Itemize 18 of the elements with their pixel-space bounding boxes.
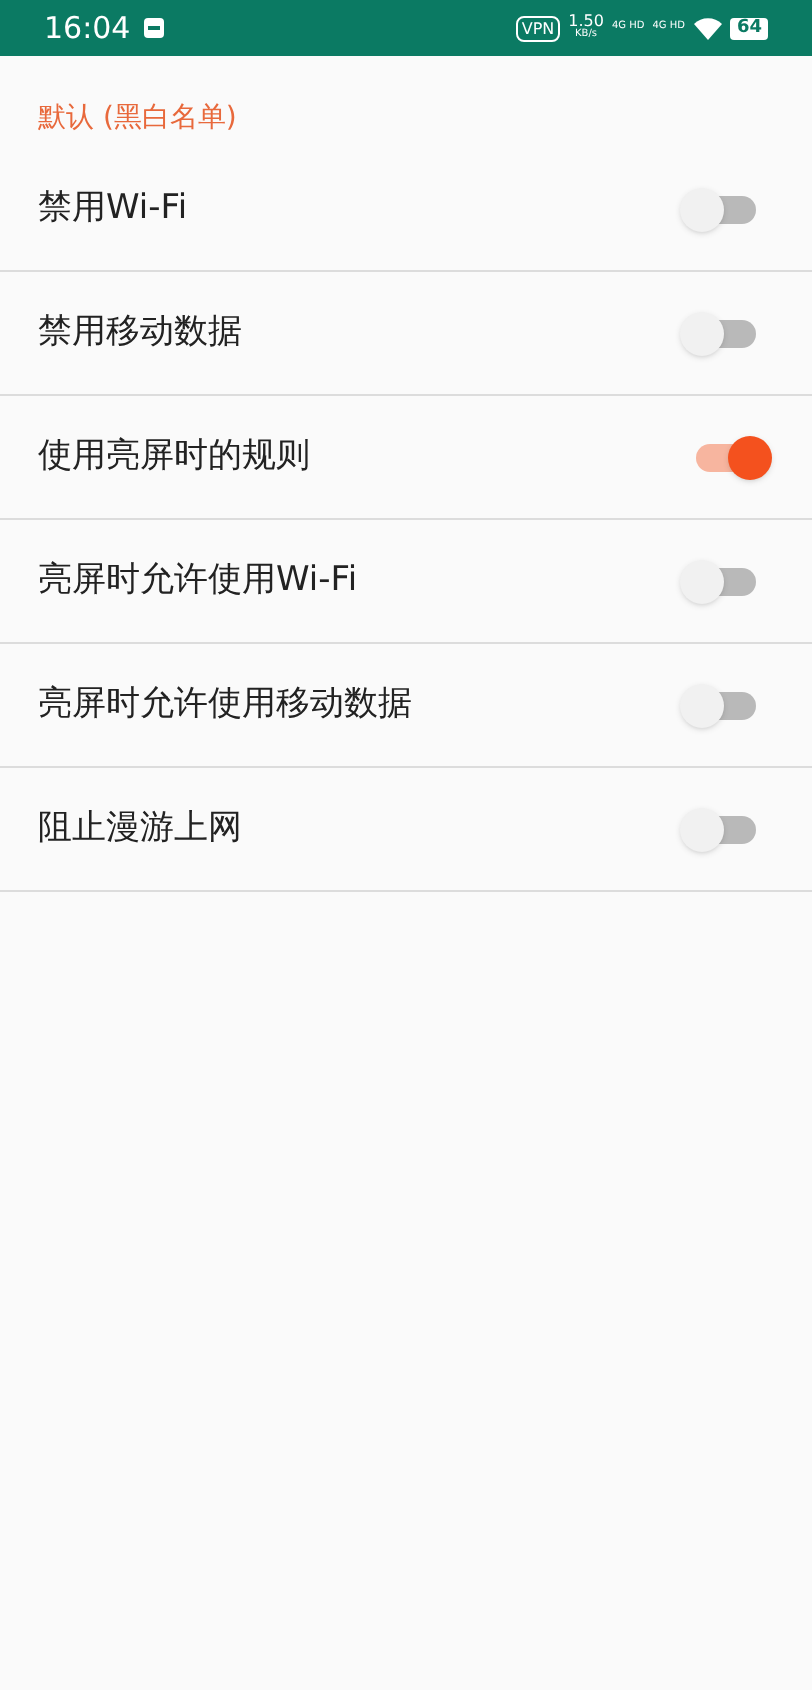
network-speed: 1.50	[568, 14, 604, 28]
setting-row[interactable]: 亮屏时允许使用移动数据	[0, 644, 812, 768]
setting-row[interactable]: 禁用移动数据	[0, 272, 812, 396]
wifi-icon	[694, 17, 723, 39]
setting-row[interactable]: 阻止漫游上网	[0, 768, 812, 892]
setting-row[interactable]: 禁用Wi-Fi	[0, 148, 812, 272]
battery-indicator: 64	[730, 17, 768, 39]
setting-label: 禁用Wi-Fi	[38, 185, 188, 232]
setting-label: 亮屏时允许使用Wi-Fi	[38, 557, 358, 604]
section-title: 默认 (黑白名单)	[36, 100, 239, 138]
vpn-badge: VPN	[515, 15, 561, 41]
setting-row[interactable]: 使用亮屏时的规则	[0, 396, 812, 520]
setting-label: 使用亮屏时的规则	[38, 433, 310, 480]
setting-label: 阻止漫游上网	[38, 805, 242, 852]
clock: 16:04	[44, 7, 131, 50]
setting-row[interactable]: 亮屏时允许使用Wi-Fi	[0, 520, 812, 644]
setting-label: 亮屏时允许使用移动数据	[38, 681, 412, 728]
setting-label: 禁用移动数据	[38, 309, 242, 356]
